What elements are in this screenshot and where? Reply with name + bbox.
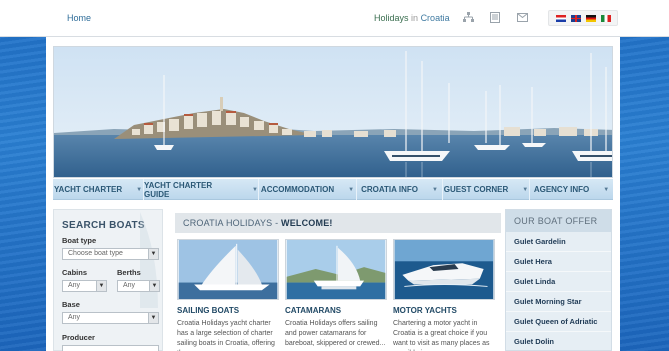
home-link[interactable]: Home bbox=[67, 13, 91, 23]
sailing-boat-photo[interactable] bbox=[177, 239, 279, 300]
card-text: Croatia Holidays offers sailing and powe… bbox=[285, 320, 386, 347]
producer-select[interactable] bbox=[62, 345, 159, 351]
welcome-dash: - bbox=[275, 218, 279, 228]
card-catamarans: CATAMARANS Croatia Holidays offers saili… bbox=[285, 239, 387, 349]
harbor-photo bbox=[54, 47, 612, 177]
menu-item-croatia-info[interactable]: Croatia Info ▼ bbox=[357, 179, 443, 200]
language-selector bbox=[548, 10, 618, 26]
cabins-select[interactable]: Any ▼ bbox=[62, 280, 107, 292]
main-container: Yacht Charter ▼ Yacht Charter Guide ▼ Acco… bbox=[46, 37, 620, 351]
welcome-heading: CROATIA HOLIDAYS - WELCOME! bbox=[175, 213, 501, 233]
cabins-label: Cabins bbox=[62, 268, 88, 277]
holidays-word: Holidays bbox=[374, 13, 409, 23]
welcome-suffix: WELCOME! bbox=[281, 218, 333, 228]
caret-down-icon: ▼ bbox=[522, 186, 529, 193]
berths-value: Any bbox=[123, 282, 136, 289]
dropdown-arrow-icon: ▼ bbox=[148, 313, 158, 323]
sitemap-icon[interactable] bbox=[462, 11, 474, 23]
menu-label: Croatia Info bbox=[361, 185, 418, 194]
card-title[interactable]: CATAMARANS bbox=[285, 306, 387, 315]
caret-down-icon: ▼ bbox=[348, 186, 355, 193]
croatia-word: Croatia bbox=[420, 13, 450, 23]
menu-label: Accommodation bbox=[260, 185, 335, 194]
offer-item-gulet-hera[interactable]: Gulet Hera bbox=[506, 252, 611, 272]
mail-icon[interactable] bbox=[516, 11, 528, 23]
top-bar: Home Holidays in Croatia bbox=[0, 0, 669, 37]
main-menu: Yacht Charter ▼ Yacht Charter Guide ▼ Acco… bbox=[53, 179, 613, 200]
berths-select[interactable]: Any ▼ bbox=[117, 280, 160, 292]
holidays-in-croatia-link[interactable]: Holidays in Croatia bbox=[374, 13, 450, 23]
menu-label: Yacht Charter bbox=[53, 185, 123, 194]
card-motor-yachts: MOTOR YACHTS Chartering a motor yacht in… bbox=[393, 239, 495, 351]
sail-decoration-icon bbox=[140, 212, 158, 308]
cabins-value: Any bbox=[68, 282, 81, 289]
welcome-prefix: CROATIA HOLIDAYS bbox=[183, 218, 273, 228]
menu-item-yacht-charter[interactable]: Yacht Charter ▼ bbox=[53, 179, 144, 200]
hero-image bbox=[53, 46, 613, 178]
caret-down-icon: ▼ bbox=[252, 186, 258, 193]
flag-hr-icon[interactable] bbox=[555, 14, 566, 22]
dropdown-arrow-icon: ▼ bbox=[96, 281, 106, 291]
producer-label: Producer bbox=[62, 333, 95, 342]
offer-item-gulet-morning-star[interactable]: Gulet Morning Star bbox=[506, 292, 611, 312]
caret-down-icon: ▼ bbox=[431, 186, 438, 193]
motor-yacht-photo[interactable] bbox=[393, 239, 495, 300]
search-boats-panel: SEARCH BOATS Boat type Choose boat type … bbox=[53, 209, 163, 351]
base-label: Base bbox=[62, 300, 80, 309]
menu-item-agency-info[interactable]: Agency Info ▼ bbox=[530, 179, 613, 200]
flag-it-icon[interactable] bbox=[600, 14, 611, 22]
caret-down-icon: ▼ bbox=[603, 186, 610, 193]
boat-offer-panel: OUR BOAT OFFER Gulet Gardelin Gulet Hera… bbox=[505, 209, 612, 351]
flag-de-icon[interactable] bbox=[585, 14, 596, 22]
offer-item-gulet-linda[interactable]: Gulet Linda bbox=[506, 272, 611, 292]
card-sailing-boats: SAILING BOATS Croatia Holidays yacht cha… bbox=[177, 239, 279, 351]
boat-type-value: Choose boat type bbox=[68, 250, 123, 257]
card-title[interactable]: MOTOR YACHTS bbox=[393, 306, 495, 315]
menu-label: Agency Info bbox=[533, 185, 590, 194]
menu-item-accommodation[interactable]: Accommodation ▼ bbox=[259, 179, 357, 200]
welcome-section: CROATIA HOLIDAYS - WELCOME! SAILING BOAT… bbox=[175, 213, 501, 351]
boat-offer-title: OUR BOAT OFFER bbox=[506, 210, 611, 232]
base-select[interactable]: Any ▼ bbox=[62, 312, 159, 324]
in-word: in bbox=[411, 13, 419, 23]
catamaran-photo[interactable] bbox=[285, 239, 387, 300]
offer-item-gulet-dolin[interactable]: Gulet Dolin bbox=[506, 332, 611, 351]
dropdown-arrow-icon: ▼ bbox=[148, 249, 158, 259]
offer-item-gulet-gardelin[interactable]: Gulet Gardelin bbox=[506, 232, 611, 252]
card-text: Croatia Holidays yacht charter has a lar… bbox=[177, 320, 275, 351]
card-text: Chartering a motor yacht in Croatia is a… bbox=[393, 320, 490, 351]
menu-label: Yacht Charter Guide bbox=[144, 180, 213, 199]
base-value: Any bbox=[68, 314, 81, 321]
boat-type-select[interactable]: Choose boat type ▼ bbox=[62, 248, 159, 260]
flag-en-icon[interactable] bbox=[570, 14, 581, 22]
caret-down-icon: ▼ bbox=[136, 186, 143, 193]
dropdown-arrow-icon: ▼ bbox=[149, 281, 159, 291]
menu-item-guest-corner[interactable]: Guest Corner ▼ bbox=[443, 179, 530, 200]
boat-type-label: Boat type bbox=[62, 236, 97, 245]
menu-item-yacht-charter-guide[interactable]: Yacht Charter Guide ▼ bbox=[144, 179, 259, 200]
card-title[interactable]: SAILING BOATS bbox=[177, 306, 279, 315]
offer-item-gulet-queen-of-adriatic[interactable]: Gulet Queen of Adriatic bbox=[506, 312, 611, 332]
document-icon[interactable] bbox=[489, 11, 501, 23]
menu-label: Guest Corner bbox=[443, 185, 509, 194]
berths-label: Berths bbox=[117, 268, 141, 277]
